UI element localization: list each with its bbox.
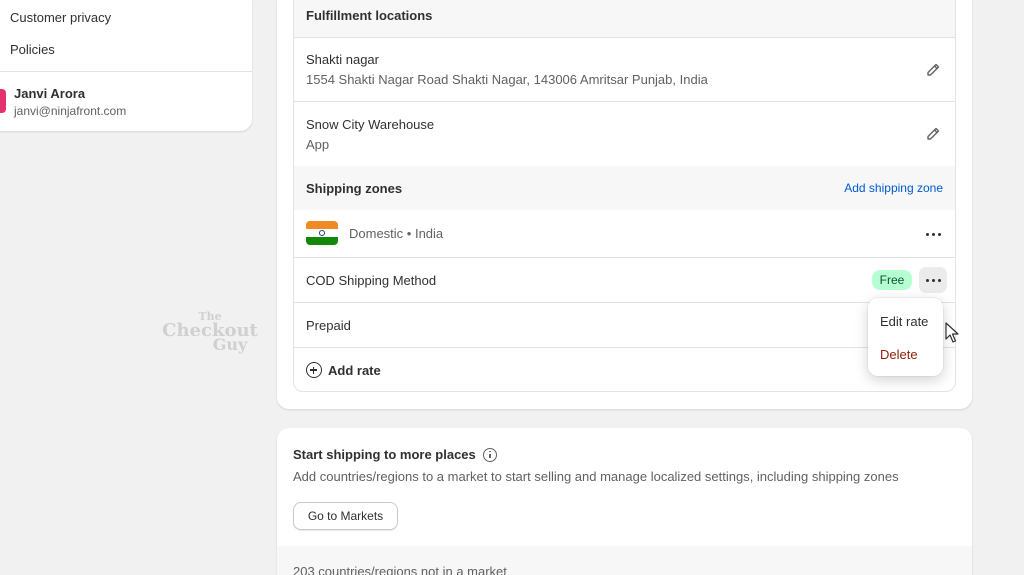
rate-actions-menu: Edit rate Delete — [868, 298, 943, 376]
pencil-icon[interactable] — [925, 62, 941, 78]
shipping-zones-header: Shipping zones Add shipping zone — [294, 166, 955, 210]
add-shipping-zone-link[interactable]: Add shipping zone — [844, 181, 943, 195]
shipping-profile-box: Fulfillment locations Shakti nagar 1554 … — [293, 0, 956, 392]
zone-name: Domestic • India — [349, 226, 444, 241]
avatar[interactable] — [0, 89, 6, 113]
location-row-shakti-nagar: Shakti nagar 1554 Shakti Nagar Road Shak… — [294, 38, 955, 102]
zone-more-actions-button[interactable] — [919, 221, 947, 247]
pencil-icon[interactable] — [925, 126, 941, 142]
rate-name: COD Shipping Method — [306, 273, 437, 288]
go-to-markets-button[interactable]: Go to Markets — [293, 502, 398, 530]
start-shipping-title: Start shipping to more places — [293, 447, 497, 462]
free-badge: Free — [872, 270, 912, 290]
fulfillment-locations-header: Fulfillment locations — [294, 0, 955, 38]
rate-row-cod: COD Shipping Method Free — [294, 258, 955, 303]
mouse-cursor-icon — [945, 322, 959, 343]
fulfillment-locations-title: Fulfillment locations — [306, 8, 433, 23]
sidebar-item-customer-privacy[interactable]: Customer privacy — [10, 10, 111, 25]
rate-name: Prepaid — [306, 318, 351, 333]
location-name: Shakti nagar — [306, 52, 379, 67]
zone-row-domestic: Domestic • India — [294, 210, 955, 258]
location-address: 1554 Shakti Nagar Road Shakti Nagar, 143… — [306, 72, 708, 87]
dot — [937, 278, 941, 282]
sidebar-divider — [0, 71, 252, 72]
watermark-logo: The Checkout Guy — [160, 310, 260, 353]
add-rate-button[interactable]: Add rate — [306, 362, 381, 378]
location-name: Snow City Warehouse — [306, 117, 435, 132]
location-source: App — [306, 137, 330, 152]
info-icon[interactable] — [482, 447, 497, 462]
sidebar-card: Customer privacy Policies Janvi Arora ja… — [0, 0, 252, 131]
delete-menu-item[interactable]: Delete — [880, 347, 918, 362]
start-shipping-card: Start shipping to more places Add countr… — [277, 428, 972, 575]
dot — [937, 232, 941, 236]
start-shipping-description: Add countries/regions to a market to sta… — [293, 469, 899, 484]
dot — [925, 232, 929, 236]
dot — [925, 278, 929, 282]
add-rate-row: Add rate — [294, 348, 955, 391]
shipping-zones-title: Shipping zones — [306, 181, 403, 196]
rate-more-actions-button[interactable] — [919, 267, 947, 293]
india-flag-icon — [306, 221, 338, 245]
user-name[interactable]: Janvi Arora — [14, 86, 85, 101]
dot — [931, 232, 935, 236]
dot — [931, 278, 935, 282]
edit-rate-menu-item[interactable]: Edit rate — [880, 314, 928, 329]
rate-row-prepaid: Prepaid — [294, 303, 955, 348]
user-email: janvi@ninjafront.com — [14, 104, 127, 118]
not-in-market-row[interactable]: 203 countries/regions not in a market — [277, 546, 972, 575]
sidebar-item-policies[interactable]: Policies — [10, 42, 55, 57]
add-rate-label: Add rate — [328, 362, 381, 378]
not-in-market-text: 203 countries/regions not in a market — [293, 564, 507, 575]
location-row-snow-city-warehouse: Snow City Warehouse App — [294, 102, 955, 166]
plus-circle-icon — [306, 362, 322, 378]
start-shipping-title-text: Start shipping to more places — [293, 447, 476, 462]
